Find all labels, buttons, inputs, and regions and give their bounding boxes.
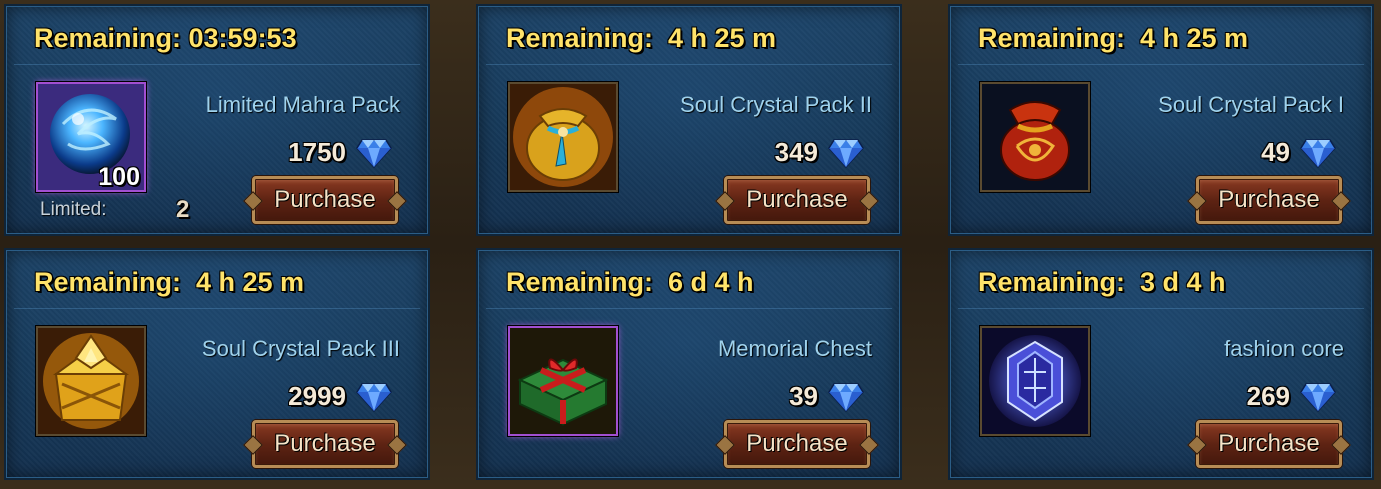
gift-box-icon: [510, 328, 616, 434]
item-quantity: 100: [98, 163, 140, 191]
remaining-timer: Remaining: 03:59:53: [34, 23, 297, 53]
diamond-icon: [356, 138, 392, 168]
remaining-timer: Remaining: 4 h 25 m: [34, 267, 305, 297]
diamond-icon: [1300, 138, 1336, 168]
price-row: 349: [775, 137, 864, 168]
shop-card: Remaining: 4 h 25 m Soul Crystal Pack I …: [948, 4, 1374, 236]
diamond-icon: [828, 382, 864, 412]
remaining-timer: Remaining: 4 h 25 m: [978, 23, 1249, 53]
shop-card: Remaining: 4 h 25 m Soul Crystal Pack II…: [476, 4, 902, 236]
item-price: 2999: [288, 381, 346, 411]
purchase-button[interactable]: Purchase: [1196, 176, 1342, 224]
price-row: 49: [1261, 137, 1336, 168]
item-slot[interactable]: 100: [36, 82, 146, 192]
item-price: 39: [789, 381, 818, 411]
purchase-button[interactable]: Purchase: [724, 176, 870, 224]
item-slot[interactable]: [36, 326, 146, 436]
limited-count: 2: [176, 196, 190, 223]
item-price: 1750: [288, 137, 346, 167]
price-row: 2999: [288, 381, 392, 412]
shop-card: Remaining: 3 d 4 h fashion core 269 Purc…: [948, 248, 1374, 480]
gold-chest-icon: [38, 328, 144, 434]
item-price: 269: [1246, 381, 1290, 411]
item-slot[interactable]: [508, 326, 618, 436]
shop-card: Remaining: 4 h 25 m Soul Crystal Pack II…: [4, 248, 430, 480]
gold-pouch-icon: [510, 84, 616, 190]
item-price: 49: [1261, 137, 1290, 167]
remaining-timer: Remaining: 6 d 4 h: [506, 267, 754, 297]
diamond-icon: [1300, 382, 1336, 412]
limited-label: Limited:: [40, 199, 107, 220]
shop-panel: Remaining: 03:59:53 100 Limited Mahra Pa…: [0, 0, 1381, 489]
purchase-button[interactable]: Purchase: [252, 176, 398, 224]
item-name: Soul Crystal Pack III: [201, 336, 400, 361]
item-slot[interactable]: [508, 82, 618, 192]
item-slot[interactable]: [980, 326, 1090, 436]
diamond-icon: [828, 138, 864, 168]
item-slot[interactable]: [980, 82, 1090, 192]
purchase-button[interactable]: Purchase: [724, 420, 870, 468]
item-name: Soul Crystal Pack I: [1158, 92, 1344, 117]
red-pouch-icon: [982, 84, 1088, 190]
shop-card: Remaining: 6 d 4 h Memorial Chest 39 Pur…: [476, 248, 902, 480]
remaining-timer: Remaining: 4 h 25 m: [506, 23, 777, 53]
price-row: 1750: [288, 137, 392, 168]
purchase-button[interactable]: Purchase: [252, 420, 398, 468]
price-row: 269: [1247, 381, 1336, 412]
purchase-button[interactable]: Purchase: [1196, 420, 1342, 468]
item-name: fashion core: [1224, 336, 1344, 361]
item-name: Soul Crystal Pack II: [680, 92, 872, 117]
price-row: 39: [789, 381, 864, 412]
diamond-icon: [356, 382, 392, 412]
shop-card: Remaining: 03:59:53 100 Limited Mahra Pa…: [4, 4, 430, 236]
item-price: 349: [774, 137, 818, 167]
item-name: Limited Mahra Pack: [205, 92, 400, 117]
item-name: Memorial Chest: [717, 336, 872, 361]
remaining-timer: Remaining: 3 d 4 h: [978, 267, 1226, 297]
fashion-core-icon: [982, 328, 1088, 434]
